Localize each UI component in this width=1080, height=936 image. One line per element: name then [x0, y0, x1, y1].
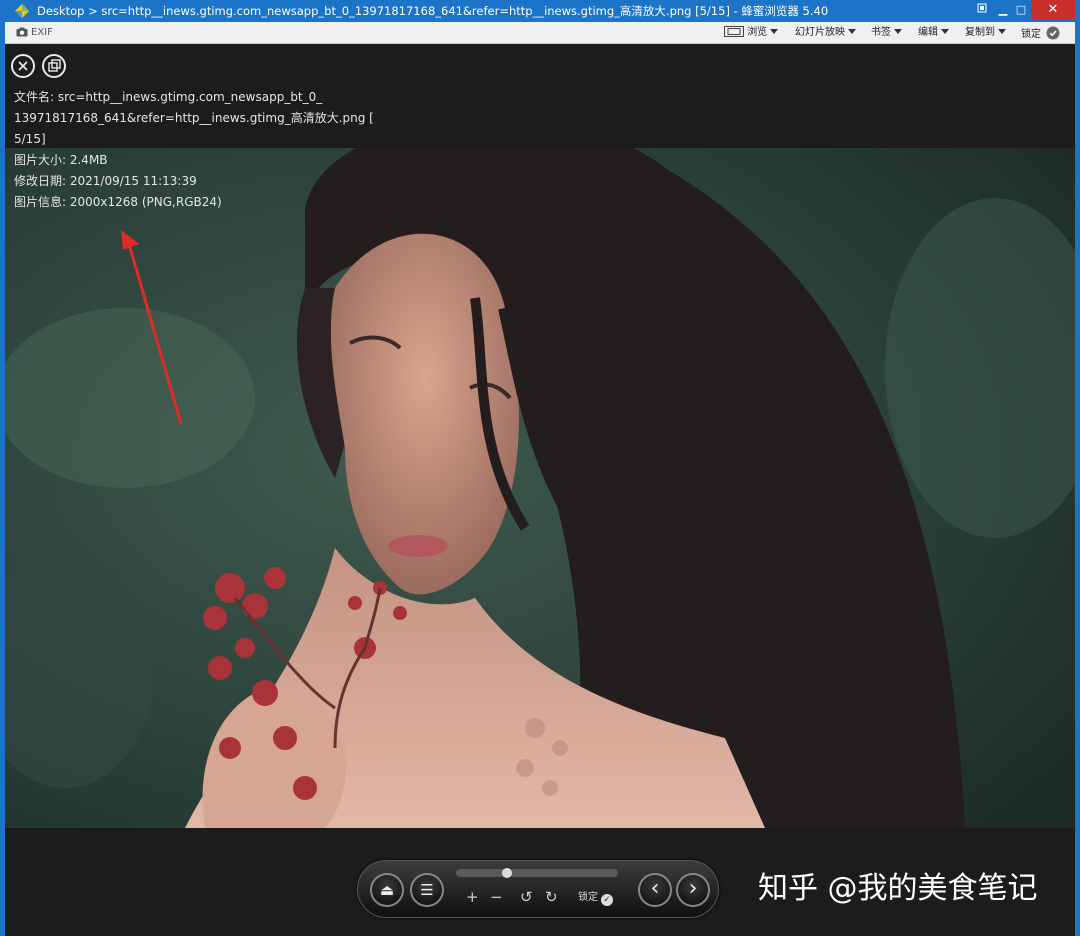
- browse-label: 浏览: [747, 27, 768, 38]
- minimize-button[interactable]: ▁: [993, 0, 1013, 20]
- exif-label: EXIF: [31, 27, 53, 38]
- chevron-down-icon: [770, 29, 779, 34]
- lock-control-label: 锁定: [578, 892, 598, 903]
- menu-icon: ☰: [420, 881, 434, 899]
- toolbar: EXIF 浏览 幻灯片放映 书签 编辑 复制到 锁定: [5, 22, 1075, 44]
- rotate-right-button[interactable]: ↻: [545, 889, 558, 905]
- image-viewer[interactable]: 文件名: src=http__inews.gtimg.com_newsapp_b…: [5, 44, 1075, 936]
- exif-button[interactable]: EXIF: [16, 26, 53, 40]
- slideshow-label: 幻灯片放映: [795, 27, 845, 38]
- window-title: Desktop > src=http__inews.gtimg.com_news…: [37, 4, 829, 18]
- eject-button[interactable]: ⏏: [370, 873, 404, 907]
- filmstrip-icon: [724, 26, 744, 37]
- browse-menu[interactable]: 浏览: [724, 26, 779, 40]
- chevron-down-icon: [848, 29, 856, 34]
- chevron-down-icon: [941, 29, 949, 34]
- check-icon: ✓: [601, 894, 613, 906]
- watermark: 知乎 @我的美食笔记: [758, 871, 1038, 906]
- chevron-down-icon: [894, 29, 902, 34]
- restore-icon[interactable]: [971, 0, 993, 20]
- chevron-down-icon: [998, 29, 1006, 34]
- check-circle-icon: [1046, 26, 1060, 40]
- close-button[interactable]: ✕: [1031, 0, 1075, 20]
- edit-menu[interactable]: 编辑: [918, 26, 949, 40]
- zoom-slider[interactable]: [456, 868, 618, 878]
- app-logo-icon: [15, 4, 29, 18]
- lock-label: 锁定: [1021, 29, 1041, 40]
- lock-toggle[interactable]: 锁定: [1021, 26, 1060, 40]
- prev-button[interactable]: ‹: [638, 873, 672, 907]
- title-bar: Desktop > src=http__inews.gtimg.com_news…: [5, 0, 1075, 22]
- chevron-right-icon: ›: [688, 876, 698, 901]
- annotation-arrow-icon: [121, 230, 183, 425]
- eject-icon: ⏏: [379, 881, 395, 899]
- chevron-left-icon: ‹: [650, 876, 660, 901]
- bookmark-menu[interactable]: 书签: [871, 26, 902, 40]
- app-window: Desktop > src=http__inews.gtimg.com_news…: [0, 0, 1080, 936]
- rotate-left-button[interactable]: ↺: [520, 889, 533, 905]
- lock-control[interactable]: 锁定 ✓: [578, 891, 613, 906]
- copyto-menu[interactable]: 复制到: [965, 26, 1006, 40]
- camera-icon: [16, 27, 28, 37]
- playback-controls: ⏏ ☰ + − ↺ ↻ 锁定 ✓ ‹ ›: [357, 860, 719, 918]
- slideshow-menu[interactable]: 幻灯片放映: [795, 26, 856, 40]
- menu-button[interactable]: ☰: [410, 873, 444, 907]
- bookmark-label: 书签: [871, 27, 891, 38]
- maximize-button[interactable]: □: [1011, 0, 1031, 20]
- zoom-in-button[interactable]: +: [466, 889, 479, 905]
- zoom-out-button[interactable]: −: [490, 889, 503, 905]
- copyto-label: 复制到: [965, 27, 995, 38]
- edit-label: 编辑: [918, 27, 938, 38]
- slider-knob[interactable]: [502, 868, 512, 878]
- next-button[interactable]: ›: [676, 873, 710, 907]
